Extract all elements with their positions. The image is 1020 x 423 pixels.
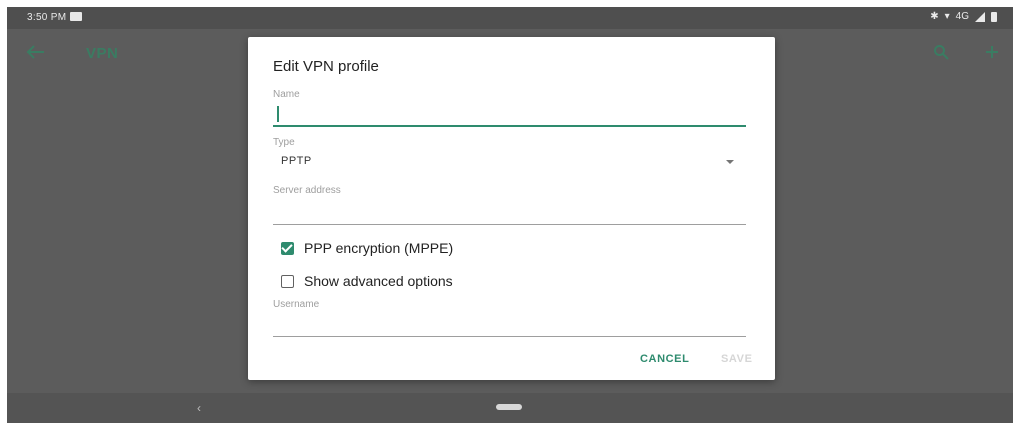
notification-icon xyxy=(70,12,82,21)
type-label: Type xyxy=(273,137,295,148)
device-screen: 3:50 PM ✱ ▾ 4G VPN ‹ Edit VPN profile Na… xyxy=(7,7,1013,423)
status-indicators: ✱ ▾ 4G xyxy=(930,11,997,22)
server-address-label: Server address xyxy=(273,185,341,196)
ppp-encryption-checkbox-row[interactable]: PPP encryption (MPPE) xyxy=(281,240,453,256)
username-underline xyxy=(273,336,746,337)
save-button[interactable]: SAVE xyxy=(721,353,753,365)
ppp-encryption-label: PPP encryption (MPPE) xyxy=(304,240,454,256)
status-bar: 3:50 PM ✱ ▾ 4G xyxy=(7,7,1013,29)
type-value: PPTP xyxy=(281,155,312,167)
checkbox-checked-icon[interactable] xyxy=(281,240,294,255)
search-icon[interactable] xyxy=(933,44,949,60)
checkbox-unchecked-icon[interactable] xyxy=(281,274,294,288)
cancel-button[interactable]: CANCEL xyxy=(640,353,689,365)
advanced-options-label: Show advanced options xyxy=(304,273,453,289)
signal-icon xyxy=(975,11,985,22)
wifi-icon: ▾ xyxy=(944,11,950,22)
name-underline xyxy=(273,125,746,127)
name-input[interactable] xyxy=(273,103,746,127)
type-select[interactable]: PPTP xyxy=(273,151,746,175)
text-cursor xyxy=(277,106,279,122)
name-label: Name xyxy=(273,89,300,100)
back-arrow-icon[interactable] xyxy=(25,44,45,60)
status-time: 3:50 PM xyxy=(27,12,67,23)
server-underline xyxy=(273,224,746,225)
add-icon[interactable] xyxy=(985,45,999,59)
nav-back-icon[interactable]: ‹ xyxy=(197,401,201,415)
password-label-partial xyxy=(273,346,343,350)
edit-vpn-dialog: Edit VPN profile Name Type PPTP Server a… xyxy=(248,37,775,380)
battery-icon xyxy=(991,11,997,22)
dropdown-arrow-icon xyxy=(726,160,734,164)
advanced-options-checkbox-row[interactable]: Show advanced options xyxy=(281,273,453,289)
bluetooth-icon: ✱ xyxy=(930,11,939,22)
username-input[interactable] xyxy=(273,309,746,335)
page-title: VPN xyxy=(86,45,119,62)
network-type: 4G xyxy=(955,11,969,22)
dialog-title: Edit VPN profile xyxy=(273,58,379,75)
server-address-input[interactable] xyxy=(273,197,746,223)
nav-home-pill[interactable] xyxy=(496,404,522,410)
navigation-bar: ‹ xyxy=(7,393,1013,423)
